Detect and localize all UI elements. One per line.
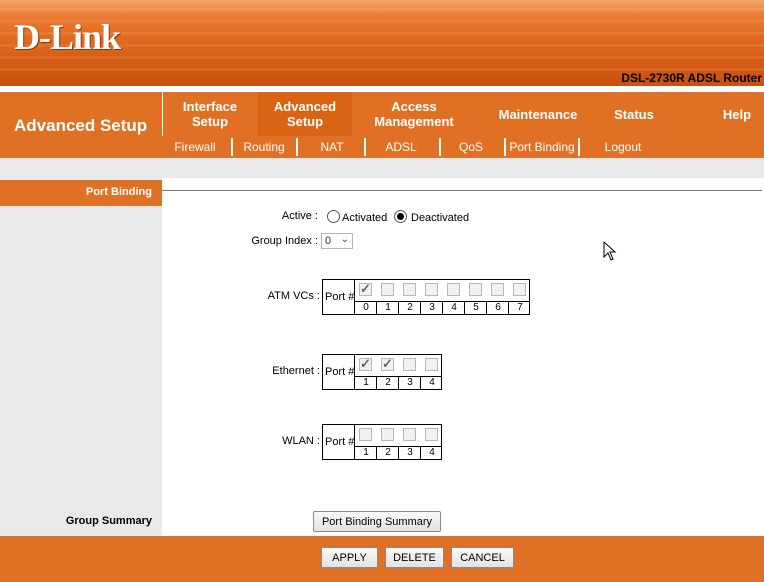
port-label: Port # xyxy=(325,366,355,378)
atm-port-number: 6 xyxy=(495,302,501,313)
atm-port-number: 7 xyxy=(517,302,523,313)
group-summary-label: Group Summary xyxy=(65,515,152,527)
wlan-port-number: 2 xyxy=(385,447,391,458)
atm-port-6-checkbox[interactable] xyxy=(491,283,504,296)
gray-band xyxy=(0,158,764,178)
header-banner: D-Link DSL-2730R ADSL Router xyxy=(0,0,764,86)
tab-label: Advanced Setup xyxy=(273,99,337,129)
subtab-routing[interactable]: Routing xyxy=(238,138,290,156)
port-label: Port # xyxy=(325,291,355,303)
atm-port-number: 2 xyxy=(407,302,413,313)
atm-vcs-label: ATM VCs : xyxy=(267,290,320,302)
subtab-separator xyxy=(364,138,366,156)
section-title: Advanced Setup xyxy=(14,116,148,135)
left-column xyxy=(0,178,162,536)
chevron-down-icon: ⌄ xyxy=(340,234,349,245)
subtab-separator xyxy=(504,138,506,156)
group-index-label: Group Index : xyxy=(251,235,318,247)
group-index-value: 0 xyxy=(325,235,332,247)
atm-port-3-checkbox[interactable] xyxy=(425,283,438,296)
dlink-logo: D-Link xyxy=(14,17,121,57)
subtab-separator xyxy=(296,138,298,156)
atm-port-number: 0 xyxy=(363,302,369,313)
atm-port-number: 4 xyxy=(451,302,457,313)
ethernet-port-number: 1 xyxy=(363,377,369,388)
tab-label: Maintenance xyxy=(498,106,578,122)
port-label: Port # xyxy=(325,436,355,448)
atm-port-number: 3 xyxy=(429,302,435,313)
tab-label: Status xyxy=(614,106,654,122)
ethernet-port-4-checkbox[interactable] xyxy=(425,358,438,371)
group-index-select[interactable]: 0 ⌄ xyxy=(321,233,353,249)
ethernet-port-number: 3 xyxy=(407,377,413,388)
tab-advanced-setup[interactable]: Advanced Setup xyxy=(258,92,352,136)
subtab-qos[interactable]: QoS xyxy=(454,138,488,156)
router-model: DSL-2730R ADSL Router xyxy=(621,71,762,85)
wlan-port-2-checkbox[interactable] xyxy=(381,428,394,441)
ethernet-port-table: Port # 1 2 3 4 xyxy=(322,354,442,390)
delete-button[interactable]: DELETE xyxy=(385,547,444,568)
wlan-label: WLAN : xyxy=(282,435,320,447)
subtab-firewall[interactable]: Firewall xyxy=(170,138,220,156)
ethernet-port-1-checkbox[interactable] xyxy=(359,356,372,372)
deactivated-radio[interactable] xyxy=(394,210,407,223)
tab-help[interactable]: Help xyxy=(710,92,764,136)
ethernet-port-2-checkbox[interactable] xyxy=(381,356,394,372)
subtab-port-binding[interactable]: Port Binding xyxy=(508,138,576,156)
ethernet-port-3-checkbox[interactable] xyxy=(403,358,416,371)
apply-button[interactable]: APPLY xyxy=(321,547,378,568)
tab-label: Help xyxy=(722,106,752,122)
atm-port-table: Port # 0 1 2 3 4 5 6 7 xyxy=(322,279,530,315)
port-binding-summary-button[interactable]: Port Binding Summary xyxy=(313,511,441,532)
wlan-port-table: Port # 1 2 3 4 xyxy=(322,424,442,460)
subtab-separator xyxy=(231,138,233,156)
mouse-pointer-icon xyxy=(603,241,617,261)
atm-port-0-checkbox[interactable] xyxy=(359,281,372,297)
tab-maintenance[interactable]: Maintenance xyxy=(488,92,588,136)
atm-port-7-checkbox[interactable] xyxy=(513,283,526,296)
tab-access-management[interactable]: Access Management xyxy=(364,92,464,136)
tab-label: Interface Setup xyxy=(182,99,238,129)
wlan-port-4-checkbox[interactable] xyxy=(425,428,438,441)
tab-label: Access Management xyxy=(374,99,454,129)
port-binding-heading: Port Binding xyxy=(0,180,162,206)
bottom-action-bar xyxy=(0,536,764,582)
atm-port-number: 5 xyxy=(473,302,479,313)
subtab-separator xyxy=(439,138,441,156)
wlan-port-number: 3 xyxy=(407,447,413,458)
subtab-nat[interactable]: NAT xyxy=(313,138,351,156)
active-label: Active : xyxy=(281,210,318,222)
tab-status[interactable]: Status xyxy=(600,92,668,136)
cancel-button[interactable]: CANCEL xyxy=(451,547,514,568)
ethernet-port-number: 2 xyxy=(385,377,391,388)
activated-label: Activated xyxy=(342,212,388,224)
section-title-box: Advanced Setup xyxy=(0,92,162,158)
ethernet-port-number: 4 xyxy=(429,377,435,388)
wlan-port-3-checkbox[interactable] xyxy=(403,428,416,441)
wlan-port-number: 4 xyxy=(429,447,435,458)
subtab-adsl[interactable]: ADSL xyxy=(380,138,422,156)
deactivated-label: Deactivated xyxy=(411,212,470,224)
wlan-port-1-checkbox[interactable] xyxy=(359,428,372,441)
subtab-logout[interactable]: Logout xyxy=(600,138,646,156)
wlan-port-number: 1 xyxy=(363,447,369,458)
port-binding-label: Port Binding xyxy=(86,186,152,198)
section-divider xyxy=(162,190,762,191)
atm-port-number: 1 xyxy=(385,302,391,313)
ethernet-label: Ethernet : xyxy=(272,365,320,377)
atm-port-2-checkbox[interactable] xyxy=(403,283,416,296)
atm-port-1-checkbox[interactable] xyxy=(381,283,394,296)
tab-interface-setup[interactable]: Interface Setup xyxy=(172,92,248,136)
atm-port-4-checkbox[interactable] xyxy=(447,283,460,296)
activated-radio[interactable] xyxy=(327,210,340,223)
atm-port-5-checkbox[interactable] xyxy=(469,283,482,296)
subtab-separator xyxy=(578,138,580,156)
